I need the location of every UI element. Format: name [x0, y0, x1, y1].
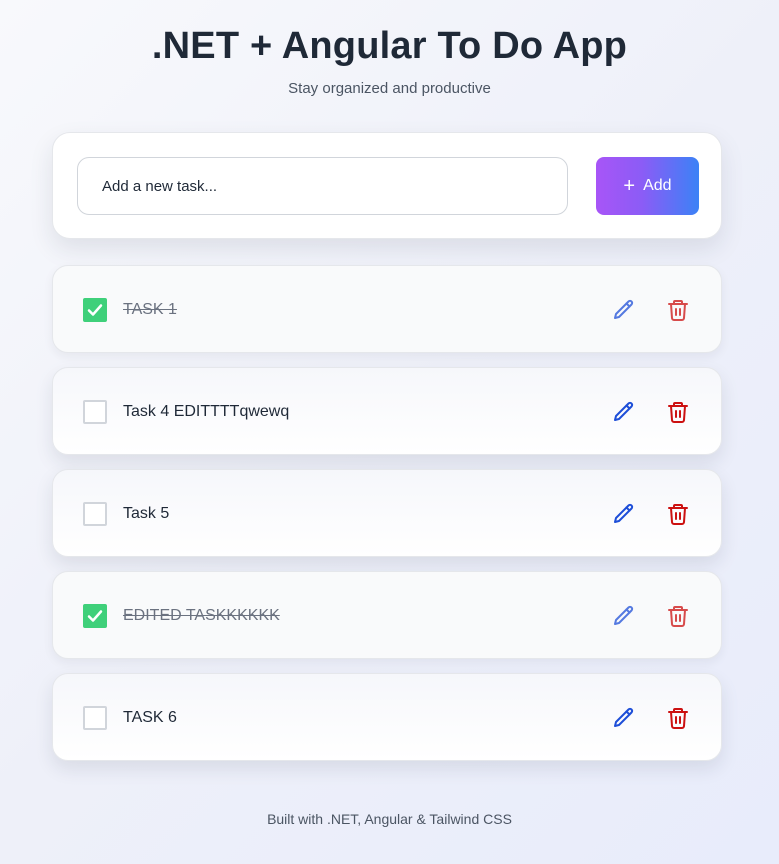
- task-item: Task 4 EDITTTTqwewq: [52, 367, 722, 455]
- plus-icon: +: [623, 175, 636, 197]
- trash-icon: [666, 402, 690, 428]
- pencil-icon: [612, 707, 636, 734]
- pencil-icon: [612, 299, 636, 326]
- delete-task-button[interactable]: [666, 502, 690, 526]
- task-item: TASK 1: [52, 265, 722, 353]
- trash-icon: [666, 504, 690, 530]
- add-task-card: + Add: [52, 132, 722, 239]
- page-header: .NET + Angular To Do App Stay organized …: [0, 22, 779, 98]
- delete-task-button[interactable]: [666, 400, 690, 424]
- add-button-label: Add: [643, 177, 672, 194]
- trash-icon: [666, 606, 690, 632]
- pencil-icon: [612, 401, 636, 428]
- page-subtitle: Stay organized and productive: [288, 80, 491, 97]
- task-item: TASK 6: [52, 673, 722, 761]
- delete-task-button[interactable]: [666, 604, 690, 628]
- page-title: .NET + Angular To Do App: [151, 25, 628, 67]
- task-checkbox[interactable]: [83, 298, 107, 322]
- delete-task-button[interactable]: [666, 298, 690, 322]
- task-item: Task 5: [52, 469, 722, 557]
- task-title: TASK 1: [123, 301, 177, 318]
- task-title: Task 4 EDITTTTqwewq: [123, 403, 290, 420]
- edit-task-button[interactable]: [612, 502, 636, 526]
- trash-icon: [666, 300, 690, 326]
- pencil-icon: [612, 503, 636, 530]
- task-list: TASK 1 Task 4 EDITTTTqwewq Task 5 EDITED…: [52, 265, 722, 775]
- task-title: EDITED TASKKKKKK: [123, 607, 280, 624]
- edit-task-button[interactable]: [612, 298, 636, 322]
- task-checkbox[interactable]: [83, 502, 107, 526]
- new-task-input[interactable]: [77, 157, 568, 215]
- edit-task-button[interactable]: [612, 604, 636, 628]
- task-checkbox[interactable]: [83, 604, 107, 628]
- edit-task-button[interactable]: [612, 706, 636, 730]
- trash-icon: [666, 708, 690, 734]
- delete-task-button[interactable]: [666, 706, 690, 730]
- task-title: TASK 6: [123, 709, 177, 726]
- pencil-icon: [612, 605, 636, 632]
- footer-text: Built with .NET, Angular & Tailwind CSS: [267, 811, 512, 827]
- edit-task-button[interactable]: [612, 400, 636, 424]
- task-item: EDITED TASKKKKKK: [52, 571, 722, 659]
- task-checkbox[interactable]: [83, 400, 107, 424]
- add-task-button[interactable]: + Add: [596, 157, 699, 215]
- task-title: Task 5: [123, 505, 170, 522]
- task-checkbox[interactable]: [83, 706, 107, 730]
